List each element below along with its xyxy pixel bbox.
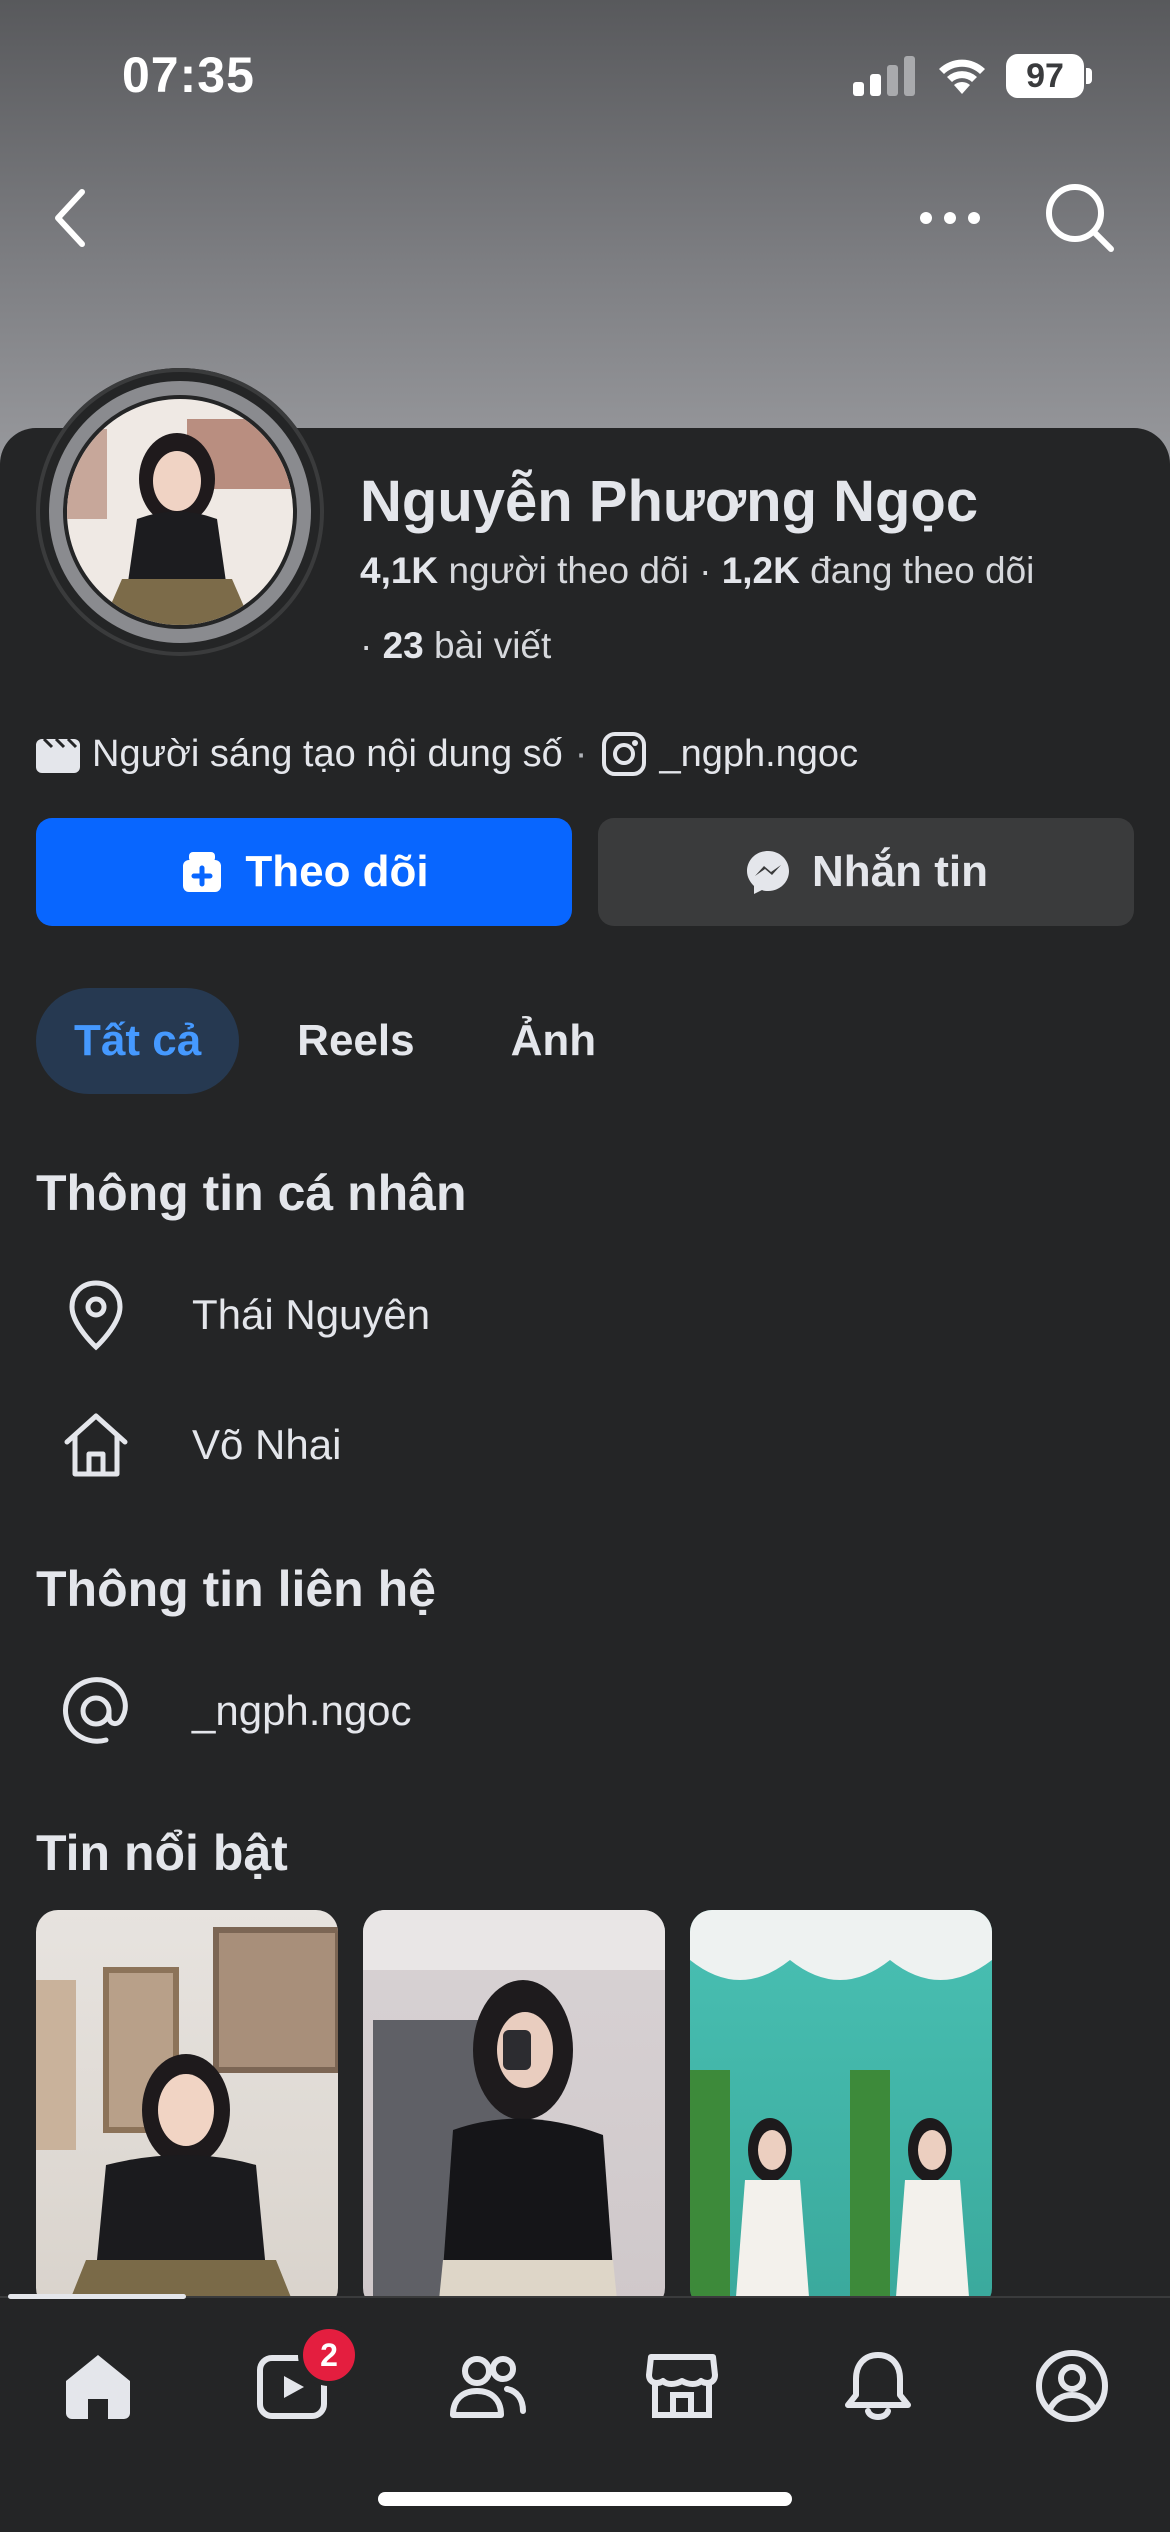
info-row-instagram: _ngph.ngoc [36, 1666, 412, 1756]
battery-cap [1086, 68, 1092, 84]
status-time: 07:35 [122, 47, 255, 103]
highlight-photo [36, 1927, 338, 2310]
posts-label: bài viết [434, 625, 552, 666]
location-text: Thái Nguyên [192, 1291, 431, 1338]
tab-reels[interactable]: Reels [259, 988, 452, 1094]
stats-separator: · [360, 625, 383, 666]
location-pin-icon [36, 1279, 156, 1351]
follow-button[interactable]: Theo dõi [36, 818, 572, 926]
profile-circle-icon [1036, 2350, 1108, 2422]
friends-icon [450, 2356, 526, 2418]
highlight-card[interactable] [690, 1910, 992, 2310]
clapperboard-icon [36, 735, 80, 773]
search-icon [1046, 184, 1114, 252]
back-button[interactable] [40, 180, 100, 256]
video-notification-badge: 2 [298, 2324, 360, 2386]
profile-avatar[interactable] [36, 368, 324, 656]
hometown-text: Võ Nhai [192, 1421, 342, 1468]
marketplace-icon [646, 2354, 718, 2418]
highlight-card[interactable] [363, 1910, 665, 2310]
wifi-icon [939, 59, 985, 94]
personal-info-title: Thông tin cá nhân [36, 1165, 467, 1221]
avatar-image [63, 395, 297, 629]
tab-all[interactable]: Tất cả [36, 988, 240, 1094]
meta-separator: · [574, 732, 588, 775]
search-button[interactable] [1040, 178, 1120, 258]
followers-count[interactable]: 4,1K [360, 550, 438, 591]
nav-home[interactable] [48, 2336, 148, 2436]
category-text: Người sáng tạo nội dung số [92, 732, 563, 775]
cellular-signal-icon [853, 56, 915, 96]
profile-meta: Người sáng tạo nội dung số · _ngph.ngoc [36, 728, 858, 780]
avatar-photo [67, 399, 293, 625]
nav-profile-menu[interactable] [1022, 2336, 1122, 2436]
avatar-ring [49, 381, 311, 643]
at-sign-icon [36, 1674, 156, 1748]
nav-video[interactable]: 2 [242, 2324, 360, 2436]
active-tab-indicator [8, 2294, 186, 2299]
highlight-card[interactable] [36, 1910, 338, 2310]
followers-label[interactable]: người theo dõi [448, 550, 688, 591]
home-icon [36, 1410, 156, 1480]
bell-icon [845, 2352, 911, 2420]
info-row-location: Thái Nguyên [36, 1270, 430, 1360]
highlight-photo [363, 1910, 665, 2310]
status-bar: 07:35 97 [0, 0, 1170, 150]
home-filled-icon [66, 2355, 130, 2419]
highlights-title: Tin nổi bật [36, 1825, 288, 1881]
posts-count: 23 [382, 625, 424, 666]
nav-notifications[interactable] [828, 2336, 928, 2436]
highlight-photo [690, 1910, 992, 2310]
message-label: Nhắn tin [812, 847, 988, 896]
following-label[interactable]: đang theo dõi [810, 550, 1034, 591]
nav-marketplace[interactable] [632, 2336, 732, 2436]
profile-tabs: Tất cả Reels Ảnh [36, 988, 654, 1094]
chevron-left-icon [55, 189, 85, 247]
info-row-hometown: Võ Nhai [36, 1400, 341, 1490]
messenger-icon [744, 848, 792, 896]
tab-photos[interactable]: Ảnh [473, 988, 635, 1094]
instagram-icon [601, 731, 647, 777]
contact-info-title: Thông tin liên hệ [36, 1561, 436, 1617]
post-stats: · 23 bài viết [360, 625, 551, 667]
follow-label: Theo dõi [245, 847, 429, 896]
more-options-button[interactable] [910, 190, 990, 246]
instagram-handle[interactable]: _ngph.ngoc [659, 733, 858, 776]
contact-handle[interactable]: _ngph.ngoc [192, 1687, 412, 1735]
battery-indicator: 97 [1006, 54, 1092, 98]
following-count[interactable]: 1,2K [722, 550, 800, 591]
profile-name: Nguyễn Phương Ngọc [360, 469, 979, 534]
message-button[interactable]: Nhắn tin [598, 818, 1134, 926]
follow-stats: 4,1K người theo dõi · 1,2K đang theo dõi [360, 550, 1034, 592]
nav-friends[interactable] [438, 2336, 538, 2436]
follow-plus-icon [179, 850, 225, 894]
highlights-row [36, 1910, 1017, 2310]
battery-level: 97 [1006, 54, 1084, 98]
profile-page: 07:35 97 Nguyễn Phương Ngọc 4,1K người t… [0, 0, 1170, 2532]
more-horizontal-icon [920, 212, 980, 224]
stats-separator: · [699, 550, 722, 591]
home-indicator[interactable] [378, 2492, 792, 2506]
